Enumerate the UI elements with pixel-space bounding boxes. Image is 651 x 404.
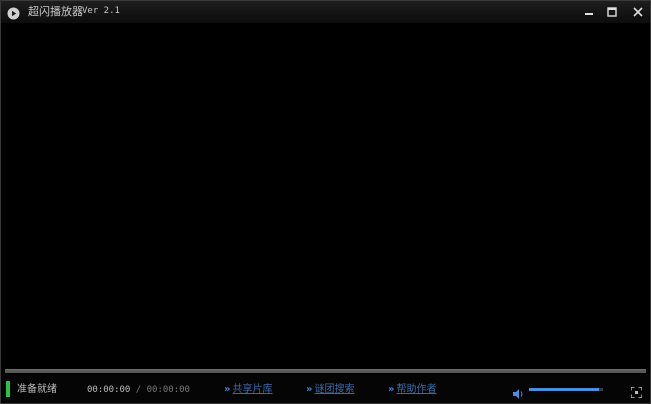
control-bar: 准备就绪 00:00:00 / 00:00:00 » 共享片库 » 谜团搜索 » 帮助… [1, 374, 650, 403]
status-indicator [6, 381, 10, 397]
minimize-button[interactable] [579, 4, 599, 20]
version-label: Ver 2.1 [82, 6, 120, 16]
play-icon[interactable] [7, 5, 20, 20]
fullscreen-icon[interactable] [630, 383, 643, 399]
total-time: 00:00:00 [146, 385, 190, 395]
window-title: 超闪播放器 [28, 5, 83, 18]
link-mystery-search[interactable]: » 谜团搜索 [306, 384, 354, 396]
link-help-author[interactable]: » 帮助作者 [388, 384, 436, 396]
video-display[interactable] [1, 23, 650, 367]
current-time: 00:00:00 [87, 385, 131, 395]
link-label: 谜团搜索 [314, 384, 355, 395]
player-window: 超闪播放器 Ver 2.1 准备就绪 00:00:00 / 00:00:00 »… [0, 0, 651, 404]
double-chevron-icon: » [388, 384, 395, 395]
maximize-icon [607, 7, 617, 17]
double-chevron-icon: » [306, 384, 313, 395]
link-label: 帮助作者 [396, 384, 437, 395]
double-chevron-icon: » [224, 384, 231, 395]
time-display: 00:00:00 / 00:00:00 [87, 385, 190, 396]
close-icon [633, 7, 643, 17]
volume-icon[interactable] [513, 384, 524, 399]
status-text: 准备就绪 [17, 384, 57, 395]
volume-slider[interactable] [529, 388, 603, 391]
time-separator: / [135, 385, 142, 395]
link-label: 共享片库 [232, 384, 273, 395]
volume-level [529, 388, 600, 391]
close-button[interactable] [628, 4, 648, 20]
seek-bar[interactable] [5, 369, 646, 373]
title-bar[interactable]: 超闪播放器 Ver 2.1 [1, 1, 650, 23]
maximize-button[interactable] [602, 4, 622, 20]
minimize-icon [585, 13, 593, 15]
link-shared-library[interactable]: » 共享片库 [224, 384, 272, 396]
